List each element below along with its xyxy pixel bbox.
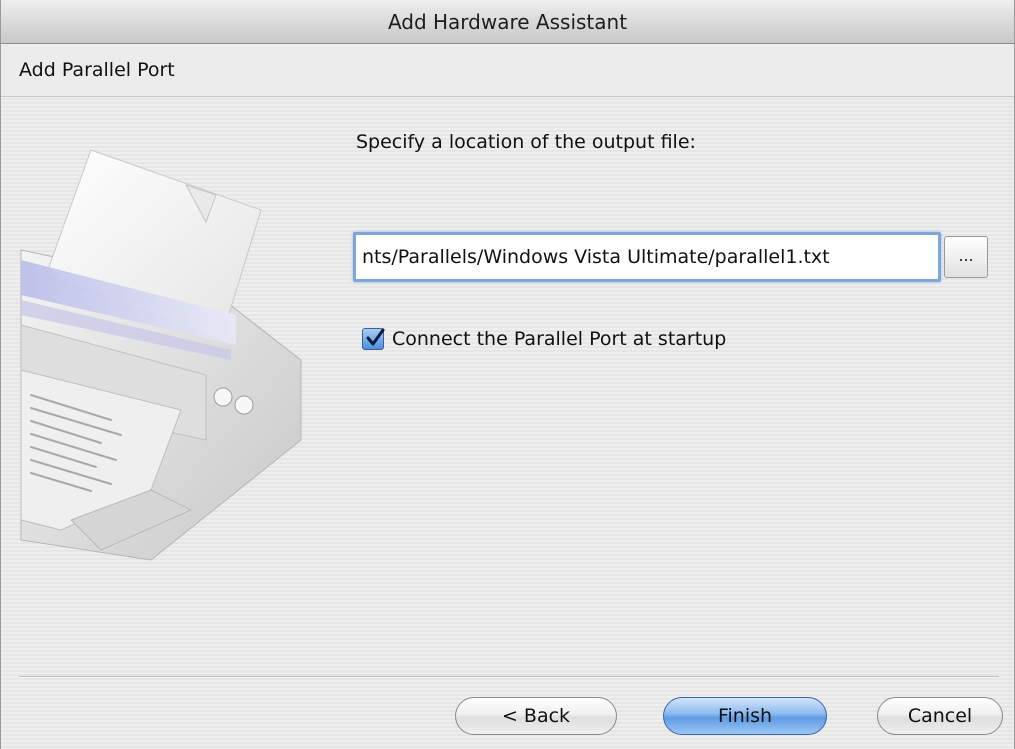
step-title: Add Parallel Port <box>19 59 175 81</box>
connect-at-startup-option[interactable]: Connect the Parallel Port at startup <box>362 326 726 352</box>
printer-icon <box>20 149 302 561</box>
step-header: Add Parallel Port <box>1 45 1014 97</box>
footer-divider <box>19 676 999 678</box>
back-button[interactable]: < Back <box>455 697 617 735</box>
window-titlebar[interactable]: Add Hardware Assistant <box>1 0 1014 44</box>
finish-button[interactable]: Finish <box>663 697 827 735</box>
assistant-window: Add Hardware Assistant Add Parallel Port <box>0 0 1015 749</box>
checkmark-icon <box>366 328 385 346</box>
connect-at-startup-label: Connect the Parallel Port at startup <box>392 328 727 350</box>
cancel-button[interactable]: Cancel <box>877 697 1003 735</box>
window-title: Add Hardware Assistant <box>387 10 628 34</box>
output-location-prompt: Specify a location of the output file: <box>356 131 696 153</box>
output-file-path-input[interactable] <box>353 232 941 282</box>
browse-button[interactable]: ... <box>944 236 988 278</box>
connect-at-startup-checkbox[interactable] <box>362 328 385 350</box>
